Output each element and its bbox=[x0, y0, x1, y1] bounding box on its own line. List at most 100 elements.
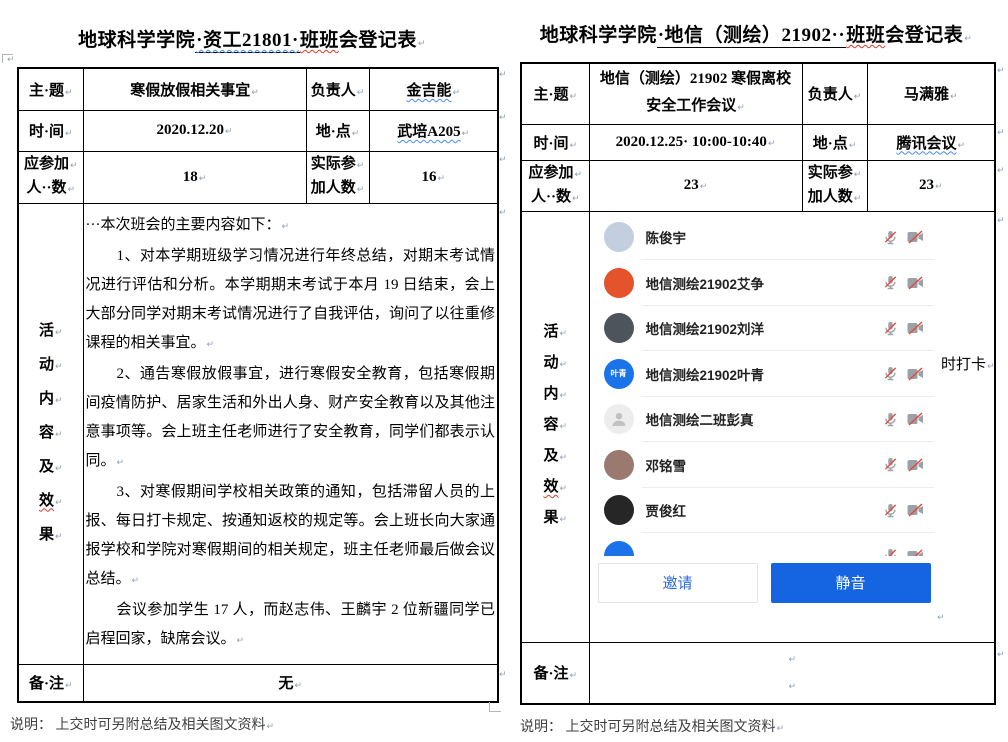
activity-content-cell: ···本次班会的主要内容如下：↵1、对本学期班级学习情况进行年终总结，对期末考试… bbox=[83, 203, 498, 664]
place-value-cell: 腾讯会议↵ bbox=[867, 124, 995, 160]
camera-off-icon[interactable] bbox=[907, 503, 924, 517]
right-footnote: 说明： 上交时可另附总结及相关图文资料↵ bbox=[520, 716, 784, 736]
table-row: 应参加↵ 人··数↵ 23↵ 实际参↵ 加人数↵ 23↵ bbox=[521, 160, 995, 211]
paragraph-mark: ↵ bbox=[7, 55, 15, 65]
table-row: 备·注↵ 无↵ bbox=[18, 664, 498, 702]
participant-row: 陈俊宇 bbox=[594, 215, 938, 261]
participant-row bbox=[594, 533, 938, 556]
topic-value-cell: 寒假放假相关事宜↵ bbox=[83, 68, 306, 110]
vertical-label-char: 容↵ bbox=[39, 417, 63, 451]
content-label-cell: 活↵动↵内↵容↵及↵效↵果↵ bbox=[18, 203, 83, 664]
avatar: 叶青 bbox=[604, 359, 634, 389]
vertical-label-char: 效↵ bbox=[543, 473, 567, 504]
participant-list: 陈俊宇 bbox=[594, 215, 938, 556]
participant-name: 邓铭雪 bbox=[646, 455, 883, 475]
content-paragraph: 1、对本学期班级学习情况进行年终总结，对期末考试情况进行评估和分析。本学期期末考… bbox=[86, 242, 496, 360]
participant-name: 地信测绘21902刘洋 bbox=[646, 318, 883, 338]
remark-label-cell: 备·注↵ bbox=[521, 642, 589, 704]
row-end-mark: ↵ bbox=[997, 650, 1005, 660]
participant-row: 地信测绘二班彭真 bbox=[594, 397, 938, 443]
expected-count-value-cell: 23↵ bbox=[589, 160, 802, 211]
avatar-initials: 叶青 bbox=[611, 370, 627, 378]
person-silhouette-icon bbox=[610, 410, 628, 428]
remark-value-cell: ↵ ↵ bbox=[589, 642, 995, 704]
time-value-cell: 2020.12.25· 10:00-10:40↵ bbox=[589, 124, 802, 160]
vertical-label-char: 及↵ bbox=[543, 442, 567, 473]
time-label-cell: 时·间↵ bbox=[18, 110, 83, 151]
leader-value-cell: 金吉能↵ bbox=[369, 68, 498, 110]
topic-value-cell: 地信（测绘）21902 寒假离校 安全工作会议↵ bbox=[589, 63, 802, 124]
expected-count-label-cell: 应参加↵ 人··数↵ bbox=[521, 160, 589, 211]
avatar bbox=[604, 450, 634, 480]
vertical-label-char: 活↵ bbox=[39, 315, 63, 349]
camera-off-icon[interactable] bbox=[907, 458, 924, 472]
leader-label-cell: 负责人↵ bbox=[802, 63, 867, 124]
place-label-cell: 地·点↵ bbox=[306, 110, 369, 151]
participant-name: 陈俊宇 bbox=[646, 227, 883, 247]
expected-count-value-cell: 18↵ bbox=[83, 151, 306, 203]
title-class-name: ·地信（测绘）21902·· bbox=[657, 25, 847, 48]
mic-muted-icon[interactable] bbox=[883, 503, 898, 518]
actual-count-label-cell: 实际参↵ 加人数↵ bbox=[802, 160, 867, 211]
camera-off-icon[interactable] bbox=[907, 412, 924, 426]
vertical-label-char: 动↵ bbox=[39, 349, 63, 383]
page-right-form: 地球科学学院·地信（测绘）21902··班班会登记表↵ 主·题↵ 地信（测绘）2… bbox=[504, 0, 1008, 742]
left-registration-table: 主·题↵ 寒假放假相关事宜↵ 负责人↵ 金吉能↵ 时·间↵ 2020.12.20… bbox=[17, 67, 499, 703]
place-label-cell: 地·点↵ bbox=[802, 124, 867, 160]
vertical-label-char: 内↵ bbox=[543, 380, 567, 411]
camera-off-icon[interactable] bbox=[907, 549, 924, 556]
content-paragraph: 3、对寒假期间学校相关政策的通知，包括滞留人员的上报、每日打卡规定、按通知返校的… bbox=[86, 478, 496, 596]
remark-label-cell: 备·注↵ bbox=[18, 664, 83, 702]
topic-label-cell: 主·题↵ bbox=[521, 63, 589, 124]
table-row: 备·注↵ ↵ ↵ bbox=[521, 642, 995, 704]
actual-count-label-cell: 实际参↵ 加人数↵ bbox=[306, 151, 369, 203]
time-value-cell: 2020.12.20↵ bbox=[83, 110, 306, 151]
vertical-label-char: 及↵ bbox=[39, 451, 63, 485]
mic-muted-icon[interactable] bbox=[883, 275, 898, 290]
row-end-mark: ↵ bbox=[997, 166, 1005, 176]
content-paragraph: ···本次班会的主要内容如下：↵ bbox=[86, 211, 496, 242]
row-end-mark: ↵ bbox=[997, 66, 1005, 76]
camera-off-icon[interactable] bbox=[907, 367, 924, 381]
vertical-label-char: 果↵ bbox=[543, 504, 567, 535]
vertical-label-char: 内↵ bbox=[39, 383, 63, 417]
mute-button[interactable]: 静音 bbox=[771, 563, 931, 603]
actual-count-value-cell: 16↵ bbox=[369, 151, 498, 203]
left-form-title: 地球科学学院·资工21801·班班会登记表↵ bbox=[0, 25, 504, 52]
mic-muted-icon[interactable] bbox=[883, 457, 898, 472]
participant-name: 地信测绘21902艾争 bbox=[646, 273, 883, 293]
camera-off-icon[interactable] bbox=[907, 321, 924, 335]
table-row: 时·间↵ 2020.12.25· 10:00-10:40↵ 地·点↵ 腾讯会议↵ bbox=[521, 124, 995, 160]
avatar bbox=[604, 541, 634, 556]
topic-label-cell: 主·题↵ bbox=[18, 68, 83, 110]
participant-row: 地信测绘21902刘洋 bbox=[594, 306, 938, 352]
participant-name: 地信测绘21902叶青 bbox=[646, 364, 883, 384]
row-end-mark: ↵ bbox=[997, 128, 1005, 138]
mic-muted-icon[interactable] bbox=[883, 548, 898, 555]
right-form-title: 地球科学学院·地信（测绘）21902··班班会登记表↵ bbox=[504, 20, 1008, 47]
meeting-action-bar: 邀请 静音 bbox=[594, 556, 938, 603]
camera-off-icon[interactable] bbox=[907, 276, 924, 290]
row-end-mark: ↵ bbox=[997, 216, 1005, 226]
remark-value-cell: 无↵ bbox=[83, 664, 498, 702]
participant-row: 邓铭雪 bbox=[594, 442, 938, 488]
table-row: 活↵动↵内↵容↵及↵效↵果↵ ···本次班会的主要内容如下：↵1、对本学期班级学… bbox=[18, 203, 498, 664]
participant-name: 贾俊红 bbox=[646, 500, 883, 520]
mic-muted-icon[interactable] bbox=[883, 366, 898, 381]
content-paragraph: 2、通告寒假放假事宜，进行寒假安全教育，包括寒假期间疫情防护、居家生活和外出人身… bbox=[86, 360, 496, 478]
content-label-cell: 活↵动↵内↵容↵及↵效↵果↵ bbox=[521, 211, 589, 642]
camera-off-icon[interactable] bbox=[907, 230, 924, 244]
table-row: 应参加↵ 人··数↵ 18↵ 实际参↵ 加人数↵ 16↵ bbox=[18, 151, 498, 203]
paragraph-mark: ↵ bbox=[937, 613, 945, 623]
vertical-label-char: 活↵ bbox=[543, 318, 567, 349]
table-row: 活↵动↵内↵容↵及↵效↵果↵ bbox=[521, 211, 995, 642]
mic-muted-icon[interactable] bbox=[883, 321, 898, 336]
mic-muted-icon[interactable] bbox=[883, 412, 898, 427]
vertical-label-char: 容↵ bbox=[543, 411, 567, 442]
right-registration-table: 主·题↵ 地信（测绘）21902 寒假离校 安全工作会议↵ 负责人↵ 马满雅↵ … bbox=[520, 62, 996, 705]
actual-count-value-cell: 23↵ bbox=[867, 160, 995, 211]
title-text: 会登记表 bbox=[885, 25, 963, 46]
leader-label-cell: 负责人↵ bbox=[306, 68, 369, 110]
invite-button[interactable]: 邀请 bbox=[598, 563, 758, 603]
mic-muted-icon[interactable] bbox=[883, 230, 898, 245]
